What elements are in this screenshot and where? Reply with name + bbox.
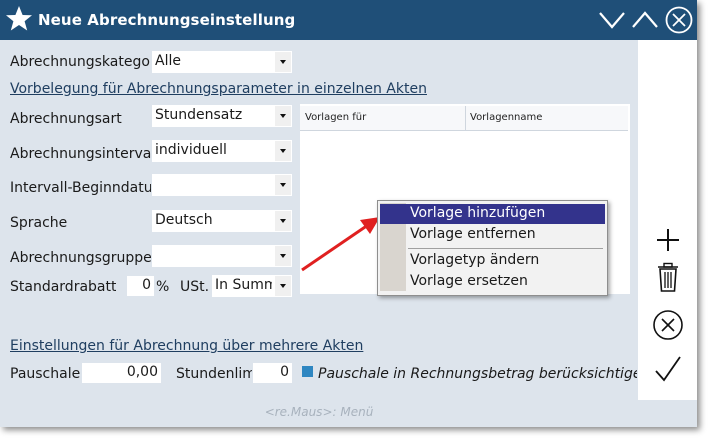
action-panel (638, 40, 697, 400)
menu-separator (408, 248, 603, 249)
chevron-down-icon[interactable] (275, 141, 291, 161)
intervall-label: Abrechnungsintervall (10, 146, 151, 162)
checkmark-icon[interactable] (652, 353, 684, 385)
chevron-down-icon[interactable] (275, 246, 291, 266)
intervall-select[interactable]: individuell (152, 140, 292, 162)
beginn-label: Intervall-Beginndatum (10, 180, 151, 196)
pauschale-input[interactable]: 0,00 (82, 363, 161, 383)
cancel-icon[interactable] (652, 309, 684, 341)
sprache-label: Sprache (10, 215, 68, 231)
kategorie-value: Alle (155, 53, 181, 69)
star-icon[interactable] (4, 4, 34, 34)
column-header-vorlagenname[interactable]: Vorlagenname (470, 112, 542, 123)
dialog-window: Neue Abrechnungseinstellung Abrechnungsk… (0, 0, 697, 427)
dialog-title: Neue Abrechnungseinstellung (38, 11, 296, 29)
ust-label: USt. (180, 279, 210, 295)
rabatt-label: Standardrabatt (10, 279, 117, 295)
chevron-down-icon[interactable] (275, 106, 291, 126)
context-menu: Vorlage hinzufügen Vorlage entfernen Vor… (377, 200, 608, 296)
close-icon[interactable] (664, 6, 694, 34)
sprache-select[interactable]: Deutsch (152, 210, 292, 232)
rabatt-unit: % (156, 279, 170, 295)
gruppe-select[interactable] (152, 245, 292, 267)
chevron-down-icon[interactable] (275, 175, 291, 195)
chevron-down-icon[interactable] (275, 211, 291, 231)
kategorie-select[interactable]: Alle (152, 51, 292, 73)
plus-icon[interactable] (652, 224, 684, 256)
table-header: Vorlagen für Vorlagenname (300, 106, 628, 131)
rabatt-input[interactable]: 0 (127, 276, 154, 296)
column-header-vorlagen-fuer[interactable]: Vorlagen für (305, 112, 366, 123)
art-value: Stundensatz (155, 107, 243, 123)
intervall-value: individuell (155, 142, 227, 158)
chevron-down-icon[interactable] (275, 52, 291, 72)
menu-item-vorlage-hinzufuegen[interactable]: Vorlage hinzufügen (380, 204, 605, 224)
stundenlimit-input[interactable]: 0 (253, 363, 292, 383)
annotation-arrow-icon (301, 217, 380, 272)
chevron-down-icon[interactable] (597, 6, 627, 34)
ust-select[interactable]: In Summe (212, 275, 292, 297)
title-bar: Neue Abrechnungseinstellung (0, 0, 697, 40)
kategorie-label: Abrechnungskategorie (10, 54, 151, 70)
mehrere-akten-link[interactable]: Einstellungen für Abrechnung über mehrer… (10, 338, 363, 354)
art-select[interactable]: Stundensatz (152, 105, 292, 127)
menu-item-label: Vorlagetyp ändern (410, 252, 540, 268)
menu-item-vorlage-entfernen[interactable]: Vorlage entfernen (380, 225, 605, 245)
status-hint-text: <re.Maus>: Menü (264, 405, 374, 419)
beginn-date-picker[interactable] (152, 174, 292, 196)
pauschale-label: Pauschale (10, 366, 81, 382)
gruppe-label: Abrechnungsgruppe (10, 250, 151, 266)
ust-value: In Summe (215, 277, 272, 293)
art-label: Abrechnungsart (10, 111, 122, 127)
menu-item-label: Vorlage ersetzen (410, 273, 528, 289)
menu-item-label: Vorlage entfernen (410, 226, 536, 242)
menu-item-label: Vorlage hinzufügen (410, 205, 546, 221)
menu-item-vorlagetyp-aendern[interactable]: Vorlagetyp ändern (380, 251, 605, 271)
status-hint: <re.Maus>: Menü (0, 405, 638, 427)
menu-item-vorlage-ersetzen[interactable]: Vorlage ersetzen (380, 272, 605, 292)
chevron-down-icon[interactable] (275, 276, 291, 296)
pauschale-checkbox[interactable] (302, 366, 313, 377)
sprache-value: Deutsch (155, 212, 213, 228)
trash-icon[interactable] (652, 261, 684, 293)
pauschale-checkbox-label[interactable]: Pauschale in Rechnungsbetrag berücksicht… (318, 366, 637, 382)
vorbelegung-link[interactable]: Vorbelegung für Abrechnungsparameter in … (10, 81, 427, 97)
column-divider[interactable] (465, 106, 466, 130)
stundenlimit-label: Stundenlimit (176, 366, 252, 382)
chevron-up-icon[interactable] (630, 6, 660, 34)
